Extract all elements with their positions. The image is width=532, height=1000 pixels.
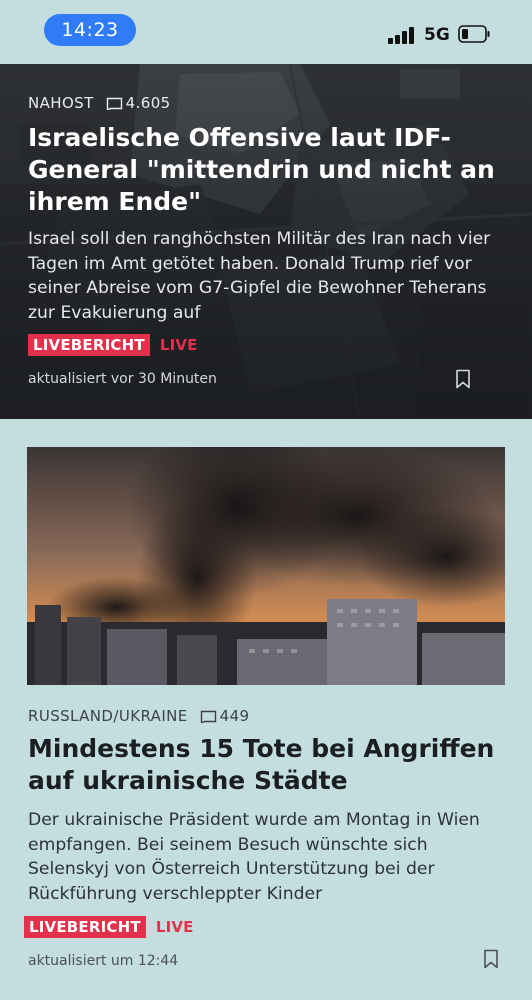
article-meta: RUSSLAND/UKRAINE 449	[28, 707, 250, 725]
status-bar: 14:23 5G	[0, 0, 532, 64]
article-teaser: Der ukrainische Präsident wurde am Monta…	[28, 810, 480, 904]
signal-icon	[388, 26, 416, 44]
comment-count[interactable]: 449	[220, 707, 250, 725]
article-category[interactable]: RUSSLAND/UKRAINE	[28, 707, 188, 725]
comment-icon	[106, 97, 122, 110]
livebericht-badge: LIVEBERICHT	[24, 916, 146, 938]
article-title[interactable]: Mindestens 15 Tote bei Angriffen auf ukr…	[28, 733, 508, 797]
article-card-hero[interactable]: NAHOST 4.605 Israelische Offensive laut …	[0, 64, 532, 419]
article-badges: LIVEBERICHT LIVE	[24, 916, 194, 938]
article-meta: NAHOST 4.605	[28, 94, 171, 112]
live-badge: LIVE	[155, 918, 194, 936]
article-updated-time: aktualisiert um 12:44	[28, 953, 179, 969]
article-category[interactable]: NAHOST	[28, 94, 94, 112]
status-time[interactable]: 14:23	[44, 14, 136, 46]
battery-icon	[458, 25, 490, 43]
article-card[interactable]: RUSSLAND/UKRAINE 449 Mindestens 15 Tote …	[0, 419, 532, 1000]
article-badges: LIVEBERICHT LIVE	[28, 334, 198, 356]
live-badge: LIVE	[159, 336, 198, 354]
livebericht-badge: LIVEBERICHT	[28, 334, 150, 356]
article-teaser: Israel soll den ranghöchsten Militär des…	[28, 229, 491, 323]
article-image[interactable]	[27, 447, 505, 685]
network-type: 5G	[424, 25, 450, 45]
bookmark-icon[interactable]	[483, 949, 499, 969]
comment-icon	[200, 710, 216, 723]
comment-count[interactable]: 4.605	[126, 94, 171, 112]
article-updated-time: aktualisiert vor 30 Minuten	[28, 371, 217, 387]
article-title[interactable]: Israelische Offensive laut IDF-General "…	[28, 122, 508, 218]
bookmark-icon[interactable]	[455, 369, 471, 389]
